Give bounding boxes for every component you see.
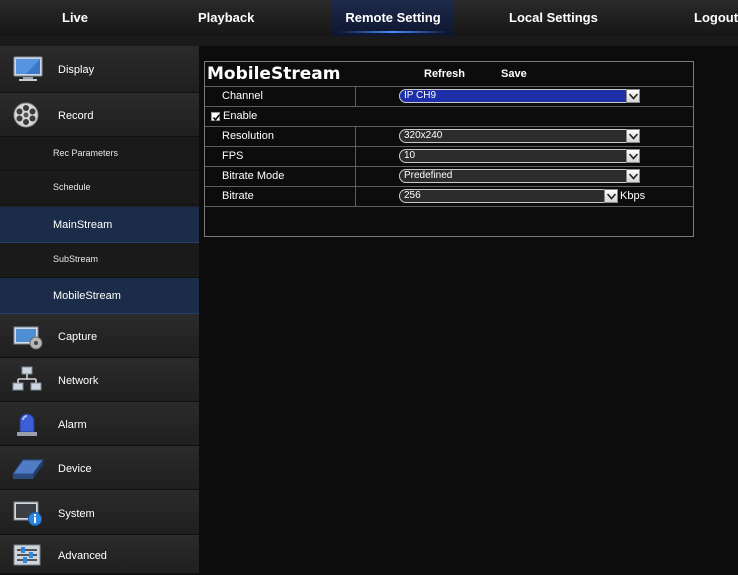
chevron-down-icon[interactable] xyxy=(626,169,640,183)
channel-row: Channel IP CH9 xyxy=(205,86,693,106)
top-navigation-bar: Live Playback Remote Setting Local Setti… xyxy=(0,0,738,36)
sidebar-subitem-mobilestream[interactable]: MobileStream xyxy=(0,278,199,314)
monitor-icon xyxy=(11,55,45,83)
bitrate-value: 256 xyxy=(404,190,421,201)
sidebar-item-label: Advanced xyxy=(58,550,107,562)
fps-label: FPS xyxy=(222,150,244,162)
sidebar-item-device[interactable]: Device xyxy=(0,446,199,490)
sidebar-subitem-schedule[interactable]: Schedule xyxy=(0,171,199,205)
bitrate-mode-select[interactable]: Predefined xyxy=(399,169,640,183)
chevron-down-icon[interactable] xyxy=(604,189,618,203)
tab-logout[interactable]: Logout xyxy=(694,0,738,36)
sidebar-item-label: Capture xyxy=(58,331,98,343)
network-icon xyxy=(11,366,45,394)
column-divider xyxy=(355,147,356,166)
film-reel-icon xyxy=(11,101,45,129)
hard-drive-icon xyxy=(11,454,45,482)
bitrate-mode-label: Bitrate Mode xyxy=(222,170,285,182)
sidebar-item-capture[interactable]: Capture xyxy=(0,314,199,358)
fps-select[interactable]: 10 xyxy=(399,149,640,163)
column-divider xyxy=(355,127,356,146)
enable-row: Enable xyxy=(205,106,693,126)
tab-remote-setting[interactable]: Remote Setting xyxy=(332,0,454,36)
resolution-select[interactable]: 320x240 xyxy=(399,129,640,143)
nav-divider-strip xyxy=(0,36,738,46)
sidebar-item-label: Display xyxy=(58,64,95,76)
subitem-label: SubStream xyxy=(53,254,99,264)
enable-checkbox[interactable] xyxy=(211,112,221,122)
tab-live[interactable]: Live xyxy=(62,0,88,36)
tab-local-settings[interactable]: Local Settings xyxy=(509,0,598,36)
chevron-down-icon[interactable] xyxy=(626,89,640,103)
sidebar: Display Record Rec Parameters Schedule M… xyxy=(0,46,199,574)
bitrate-label: Bitrate xyxy=(222,190,254,202)
fps-row: FPS 10 xyxy=(205,146,693,166)
sidebar-item-label: System xyxy=(58,508,95,520)
bitrate-select[interactable]: 256 xyxy=(399,189,618,203)
sidebar-item-label: Network xyxy=(58,375,99,387)
sidebar-item-label: Device xyxy=(58,463,92,475)
subitem-label: Schedule xyxy=(53,182,91,192)
sidebar-item-alarm[interactable]: Alarm xyxy=(0,402,199,446)
mobilestream-settings-panel: MobileStream Refresh Save Channel IP CH9… xyxy=(204,61,694,237)
tab-playback[interactable]: Playback xyxy=(198,0,254,36)
save-button[interactable]: Save xyxy=(501,68,527,80)
sidebar-item-display[interactable]: Display xyxy=(0,46,199,93)
chevron-down-icon[interactable] xyxy=(626,129,640,143)
sidebar-item-system[interactable]: System xyxy=(0,490,199,535)
subitem-label: Rec Parameters xyxy=(53,148,119,158)
resolution-label: Resolution xyxy=(222,130,274,142)
bitrate-mode-value: Predefined xyxy=(404,170,453,181)
resolution-value: 320x240 xyxy=(404,130,443,141)
chevron-down-icon[interactable] xyxy=(626,149,640,163)
sidebar-subitem-rec-parameters[interactable]: Rec Parameters xyxy=(0,137,199,171)
subitem-label: MobileStream xyxy=(53,290,121,302)
advanced-settings-icon xyxy=(11,542,45,570)
sidebar-item-label: Alarm xyxy=(58,419,87,431)
resolution-row: Resolution 320x240 xyxy=(205,126,693,146)
system-info-icon xyxy=(11,499,45,527)
sidebar-item-advanced[interactable]: Advanced xyxy=(0,535,199,574)
column-divider xyxy=(355,167,356,186)
sidebar-item-record[interactable]: Record xyxy=(0,93,199,137)
fps-value: 10 xyxy=(404,150,416,161)
bitrate-mode-row: Bitrate Mode Predefined xyxy=(205,166,693,186)
bitrate-unit-label: Kbps xyxy=(620,190,646,202)
page-title: MobileStream xyxy=(207,64,341,84)
alarm-light-icon xyxy=(11,410,45,438)
channel-select[interactable]: IP CH9 xyxy=(399,89,640,103)
channel-label: Channel xyxy=(222,90,263,102)
column-divider xyxy=(355,187,356,206)
subitem-label: MainStream xyxy=(53,219,113,231)
column-divider xyxy=(355,87,356,106)
enable-label: Enable xyxy=(223,110,258,122)
camera-gear-icon xyxy=(11,323,45,351)
sidebar-item-network[interactable]: Network xyxy=(0,358,199,402)
channel-value: IP CH9 xyxy=(404,90,437,101)
sidebar-item-label: Record xyxy=(58,110,94,122)
sidebar-subitem-substream[interactable]: SubStream xyxy=(0,243,199,278)
sidebar-subitem-mainstream[interactable]: MainStream xyxy=(0,207,199,243)
bitrate-row: Bitrate 256 Kbps xyxy=(205,186,693,207)
refresh-button[interactable]: Refresh xyxy=(424,68,465,80)
